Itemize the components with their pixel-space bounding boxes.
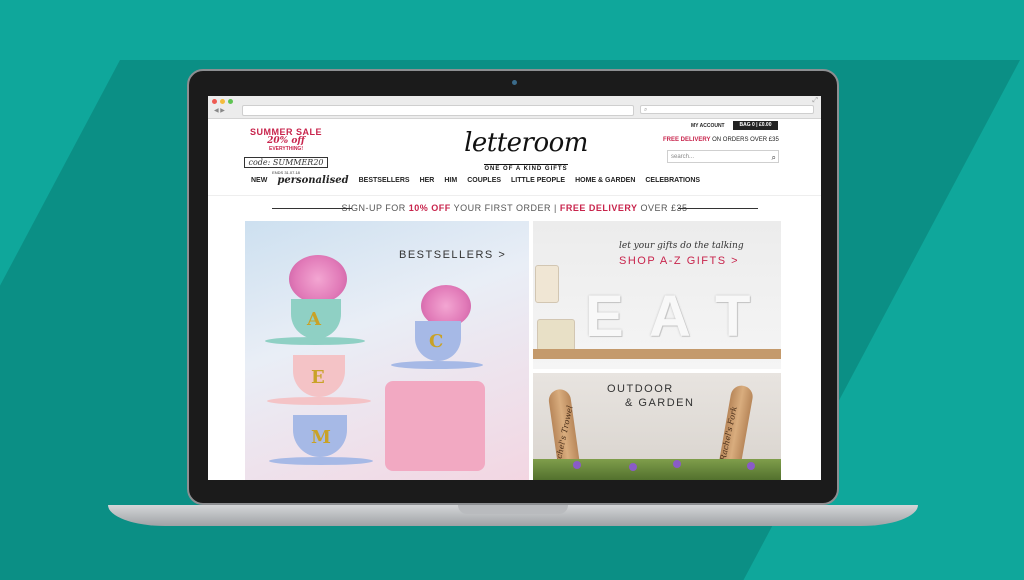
sale-everything: EVERYTHING! bbox=[269, 146, 303, 152]
promo-text-3: YOUR FIRST ORDER | bbox=[450, 203, 560, 213]
flower-image bbox=[629, 463, 637, 471]
flower-image bbox=[747, 462, 755, 470]
feature-tiles: BESTSELLERS > A C E M let your gifts do … bbox=[245, 221, 781, 480]
my-account-link[interactable]: MY ACCOUNT bbox=[691, 123, 725, 129]
bag-button[interactable]: BAG 0 | £0.00 bbox=[733, 121, 778, 130]
nav-item-home-garden[interactable]: HOME & GARDEN bbox=[575, 177, 635, 184]
cup-letter: M bbox=[311, 427, 331, 448]
minimize-dot[interactable] bbox=[220, 99, 225, 104]
delivery-rest: ON ORDERS OVER £35 bbox=[710, 137, 779, 143]
shelf-image bbox=[533, 349, 781, 359]
nav-item-celebrations[interactable]: CELEBRATIONS bbox=[645, 177, 700, 184]
browser-search-input[interactable]: ⌕ bbox=[640, 105, 814, 114]
nav-item-little-people[interactable]: LITTLE PEOPLE bbox=[511, 177, 565, 184]
hatbox-image bbox=[385, 381, 485, 471]
sale-code: code: SUMMER20 bbox=[244, 157, 328, 168]
search-icon[interactable]: ⌕ bbox=[772, 151, 776, 164]
garden-label-line2[interactable]: & GARDEN bbox=[625, 397, 694, 409]
books-image bbox=[537, 319, 575, 351]
main-nav: NEW personalised BESTSELLERS HER HIM COU… bbox=[251, 175, 700, 186]
shop-az-gifts-tile[interactable]: let your gifts do the talking SHOP A-Z G… bbox=[533, 221, 781, 369]
flower-image bbox=[573, 461, 581, 469]
nav-item-her[interactable]: HER bbox=[420, 177, 435, 184]
promo-divider-left bbox=[272, 208, 352, 209]
site-search-placeholder: search... bbox=[671, 154, 695, 160]
browser-window: ◀ ▶ ⌕ ⤢ SUMMER SALE 20% off EVERYTHING! … bbox=[208, 96, 821, 480]
nav-item-couples[interactable]: COUPLES bbox=[467, 177, 501, 184]
saucer-image bbox=[269, 457, 373, 465]
delivery-note: FREE DELIVERY ON ORDERS OVER £35 bbox=[663, 137, 779, 143]
url-bar[interactable] bbox=[242, 105, 634, 116]
bestsellers-label[interactable]: BESTSELLERS > bbox=[399, 249, 506, 261]
shop-az-gifts-link[interactable]: SHOP A-Z GIFTS > bbox=[619, 255, 739, 267]
plants-image bbox=[533, 459, 781, 480]
nav-item-personalised[interactable]: personalised bbox=[277, 175, 348, 186]
search-icon: ⌕ bbox=[644, 107, 648, 113]
promo-text-4: FREE DELIVERY bbox=[559, 203, 638, 213]
outdoor-garden-tile[interactable]: OUTDOOR & GARDEN Rachel's Trowel Rachel'… bbox=[533, 373, 781, 480]
webcam-dot bbox=[512, 80, 517, 85]
eat-tagline: let your gifts do the talking bbox=[619, 241, 744, 251]
nav-item-bestsellers[interactable]: BESTSELLERS bbox=[359, 177, 410, 184]
logo-word: letteroom bbox=[464, 128, 588, 158]
peony-image bbox=[289, 255, 347, 303]
summer-sale-badge[interactable]: SUMMER SALE 20% off EVERYTHING! code: SU… bbox=[244, 127, 328, 175]
fullscreen-icon[interactable]: ⤢ bbox=[812, 97, 818, 105]
nav-item-new[interactable]: NEW bbox=[251, 177, 267, 184]
delivery-highlight: FREE DELIVERY bbox=[663, 137, 711, 143]
cup-letter: E bbox=[311, 367, 325, 388]
promo-banner[interactable]: SIGN-UP FOR 10% OFF YOUR FIRST ORDER | F… bbox=[208, 195, 821, 220]
saucer-image bbox=[267, 397, 371, 405]
promo-divider-right bbox=[678, 208, 758, 209]
flower-image bbox=[673, 460, 681, 468]
garden-label-line1[interactable]: OUTDOOR bbox=[607, 383, 674, 395]
site-search-input[interactable]: search... ⌕ bbox=[667, 150, 779, 163]
browser-chrome: ◀ ▶ ⌕ ⤢ bbox=[208, 96, 821, 119]
site-header: SUMMER SALE 20% off EVERYTHING! code: SU… bbox=[208, 119, 821, 195]
saucer-image bbox=[391, 361, 483, 369]
cup-letter: A bbox=[307, 309, 321, 330]
eat-letter: A bbox=[649, 284, 691, 349]
jar-image bbox=[535, 265, 559, 303]
eat-letter: T bbox=[715, 284, 751, 349]
nav-item-him[interactable]: HIM bbox=[444, 177, 457, 184]
logo-tagline: ONE OF A KIND GIFTS bbox=[484, 164, 568, 172]
bestsellers-tile[interactable]: BESTSELLERS > A C E M bbox=[245, 221, 529, 480]
site-logo[interactable]: letteroom ONE OF A KIND GIFTS bbox=[451, 129, 601, 175]
laptop-notch bbox=[458, 505, 568, 514]
cup-letter: C bbox=[429, 331, 444, 352]
eat-letter: E bbox=[585, 284, 624, 349]
promo-text-2: 10% OFF bbox=[408, 203, 451, 213]
back-forward-icon[interactable]: ◀ ▶ bbox=[214, 107, 225, 114]
close-dot[interactable] bbox=[212, 99, 217, 104]
maximize-dot[interactable] bbox=[228, 99, 233, 104]
sale-discount: 20% off bbox=[267, 136, 305, 146]
